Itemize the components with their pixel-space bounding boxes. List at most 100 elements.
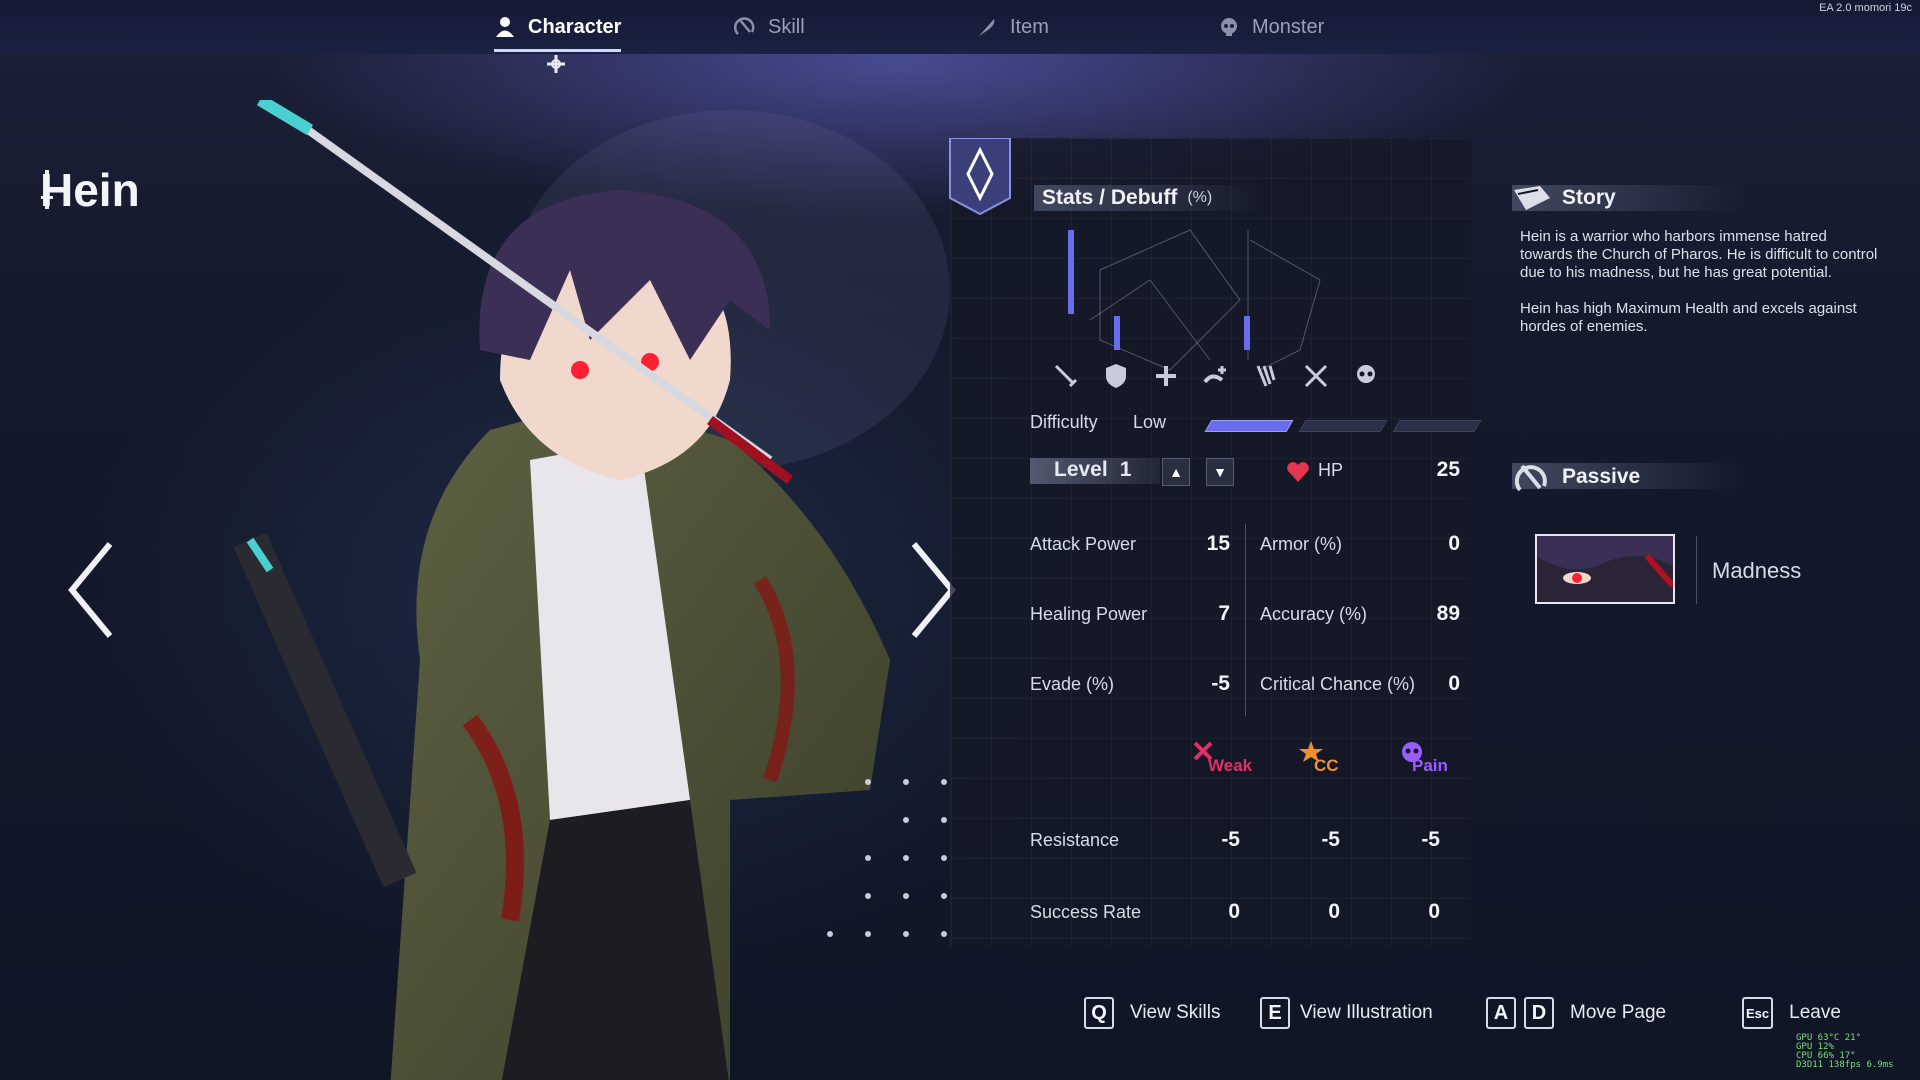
debuff-cc: CC: [1299, 741, 1339, 775]
level-value: 1: [1119, 458, 1132, 481]
debuff-pain-label: Pain: [1412, 756, 1448, 775]
tab-label: Character: [528, 15, 622, 38]
key-esc: Esc: [1742, 997, 1774, 1029]
build-label: EA 2.0 momori 19c: [1819, 2, 1912, 14]
level-label: Level: [1054, 458, 1108, 481]
view-illustration-control[interactable]: E View Illustration: [1260, 996, 1433, 1030]
skill-swirl-icon: [734, 17, 755, 35]
hp-label: HP: [1318, 460, 1344, 480]
stats-unit-label: (%): [1187, 189, 1213, 206]
healing-power-label: Healing Power: [1030, 604, 1148, 624]
move-page-control[interactable]: A D Move Page: [1486, 996, 1666, 1030]
hp-value: 25: [1436, 458, 1460, 481]
key-e: E: [1260, 997, 1290, 1029]
accuracy-label: Accuracy (%): [1260, 604, 1368, 624]
tab-label: Skill: [768, 15, 805, 38]
view-skills-label: View Skills: [1130, 1002, 1221, 1023]
plus-icon: [1156, 366, 1176, 386]
tab-label: Monster: [1252, 15, 1325, 38]
key-d: D: [1524, 997, 1554, 1029]
passive-skill-portrait[interactable]: [1535, 534, 1675, 604]
resistance-label: Resistance: [1030, 830, 1120, 850]
debuff-pain: Pain: [1400, 742, 1448, 775]
osd-line: D3D11 138fps 6.9ms: [1796, 1060, 1894, 1070]
stats-header-label: Stats / Debuff: [1042, 186, 1178, 209]
passive-header-label: Passive: [1562, 465, 1641, 488]
difficulty-label: Difficulty: [1030, 412, 1098, 432]
cursor-icon: [547, 55, 565, 73]
story-header-label: Story: [1562, 186, 1616, 209]
evade-value: -5: [1211, 672, 1230, 695]
story-paragraph: Hein is a warrior who harbors immense ha…: [1520, 228, 1878, 281]
stat-bar: [1244, 316, 1250, 350]
previous-character-arrow[interactable]: [66, 540, 116, 640]
heal-icon: [1203, 366, 1226, 384]
success-cc-value: 0: [1328, 900, 1340, 923]
resistance-cc-value: -5: [1321, 828, 1340, 851]
shield-icon: [1106, 364, 1126, 388]
sword-icon: [1054, 364, 1078, 388]
view-illustration-label: View Illustration: [1300, 1002, 1433, 1023]
success-rate-label: Success Rate: [1030, 902, 1142, 922]
difficulty-segment: [1392, 420, 1482, 432]
evade-label: Evade (%): [1030, 674, 1115, 694]
debuff-weak: Weak: [1193, 741, 1252, 775]
critical-chance-value: 0: [1448, 672, 1460, 695]
move-page-label: Move Page: [1570, 1002, 1667, 1023]
level-display: Level 1: [1054, 458, 1131, 482]
class-emblem-icon: [949, 138, 1011, 216]
performance-overlay: GPU 63°C 21° GPU 12% CPU 66% 17° D3D11 1…: [1796, 1034, 1920, 1080]
claw-icon: [1256, 365, 1276, 387]
tab-skill[interactable]: Skill: [734, 0, 805, 54]
story-paragraph: Hein has high Maximum Health and excels …: [1520, 300, 1857, 335]
feather-icon: [979, 19, 995, 36]
difficulty-segment: [1298, 420, 1388, 432]
crossed-blades-icon: [1304, 364, 1328, 388]
difficulty-segment: [1204, 420, 1294, 432]
character-name: Hein: [40, 164, 140, 216]
key-q: Q: [1084, 997, 1114, 1029]
success-weak-value: 0: [1228, 900, 1240, 923]
stats-header: Stats / Debuff (%): [1042, 186, 1212, 210]
stat-category-icons: [1052, 362, 1380, 390]
heart-icon: [1287, 462, 1309, 482]
leave-control[interactable]: Esc Leave: [1742, 996, 1841, 1030]
tab-item[interactable]: Item: [976, 0, 1049, 54]
story-text: Hein is a warrior who harbors immense ha…: [1520, 228, 1880, 354]
stats-divider: [1245, 524, 1246, 716]
tab-label: Item: [1010, 15, 1049, 38]
leave-label: Leave: [1789, 1002, 1841, 1023]
skull-icon: [1357, 365, 1375, 383]
character-name-block: Hein: [40, 164, 140, 216]
book-icon: [1514, 186, 1550, 210]
view-skills-control[interactable]: Q View Skills: [1084, 996, 1220, 1030]
top-nav-bar: [0, 0, 1920, 54]
healing-power-value: 7: [1218, 602, 1230, 625]
tab-character[interactable]: Character: [494, 0, 622, 54]
success-pain-value: 0: [1428, 900, 1440, 923]
active-tab-underline: [494, 49, 622, 52]
madness-portrait-icon: [1537, 536, 1673, 602]
accuracy-value: 89: [1436, 602, 1460, 625]
debuff-cc-label: CC: [1314, 756, 1339, 775]
debuff-weak-label: Weak: [1208, 756, 1253, 775]
resistance-weak-value: -5: [1221, 828, 1240, 851]
difficulty-value: Low: [1133, 412, 1167, 432]
passive-divider: [1696, 536, 1697, 604]
person-icon: [496, 17, 514, 37]
stat-bar: [1114, 316, 1120, 350]
key-a: A: [1486, 997, 1516, 1029]
armor-label: Armor (%): [1260, 534, 1342, 554]
passive-swirl-icon: [1514, 464, 1547, 492]
tab-monster[interactable]: Monster: [1218, 0, 1324, 54]
skull-icon: [1221, 18, 1237, 36]
resistance-pain-value: -5: [1421, 828, 1440, 851]
level-down-button[interactable]: ▼: [1206, 458, 1234, 486]
armor-value: 0: [1448, 532, 1460, 555]
stat-bar: [1068, 230, 1074, 314]
attack-power-label: Attack Power: [1030, 534, 1137, 554]
story-header: Story: [1512, 184, 1616, 212]
passive-name: Madness: [1712, 558, 1802, 583]
attack-power-value: 15: [1206, 532, 1230, 555]
level-up-button[interactable]: ▲: [1162, 458, 1190, 486]
